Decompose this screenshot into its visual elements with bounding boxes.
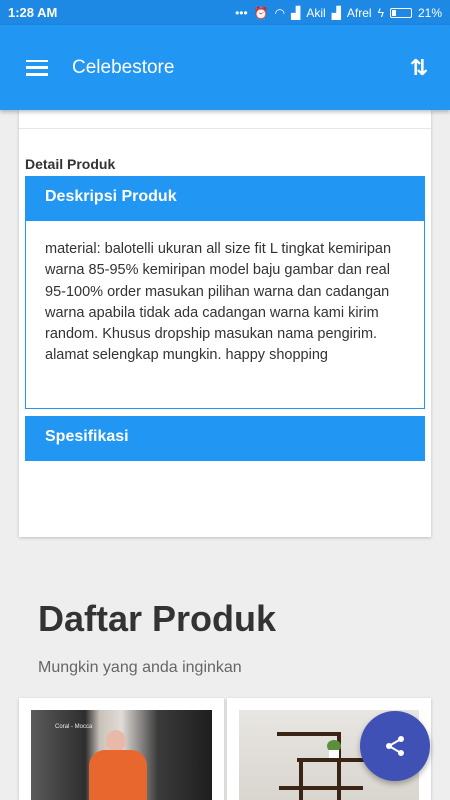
hamburger-menu-icon[interactable] bbox=[26, 59, 48, 76]
status-bar: 1:28 AM ••• ⏰ ◠ ▟ Akil ▟ Afrel ϟ 21% bbox=[0, 0, 450, 25]
signal-icon-2: ▟ bbox=[331, 5, 341, 20]
wifi-icon: ◠ bbox=[274, 5, 286, 20]
shelf-board bbox=[279, 786, 363, 790]
status-time: 1:28 AM bbox=[8, 5, 58, 20]
product-photo-label: Coral - Mocca bbox=[55, 724, 93, 730]
shelf-post bbox=[299, 758, 303, 800]
charging-icon: ϟ bbox=[377, 5, 384, 20]
carrier-2: Afrel bbox=[346, 5, 372, 20]
description-text: material: balotelli ukuran all size fit … bbox=[45, 241, 392, 364]
plant-pot bbox=[329, 750, 339, 758]
specification-header[interactable]: Spesifikasi bbox=[25, 416, 425, 461]
product-list-title: Daftar Produk bbox=[38, 598, 277, 639]
share-icon bbox=[386, 736, 404, 756]
product-detail-card: Detail Produk Deskripsi Produk material:… bbox=[19, 110, 431, 537]
product-image[interactable]: Coral - Mocca bbox=[31, 710, 212, 800]
sort-arrows-icon[interactable]: ⇅ bbox=[410, 55, 428, 81]
notification-dots-icon: ••• bbox=[235, 5, 248, 20]
model-body bbox=[89, 750, 147, 800]
app-bar: Celebestore ⇅ bbox=[0, 25, 450, 110]
status-indicators: ••• ⏰ ◠ ▟ Akil ▟ Afrel ϟ 21% bbox=[235, 6, 442, 20]
divider bbox=[19, 128, 431, 129]
app-title: Celebestore bbox=[72, 56, 175, 78]
share-button[interactable] bbox=[360, 711, 430, 781]
shelf-board bbox=[297, 758, 367, 762]
description-body: material: balotelli ukuran all size fit … bbox=[25, 221, 425, 409]
detail-section-label: Detail Produk bbox=[25, 156, 116, 172]
shelf-board bbox=[277, 732, 341, 736]
battery-icon bbox=[389, 7, 412, 18]
signal-icon: ▟ bbox=[291, 5, 301, 20]
description-header[interactable]: Deskripsi Produk bbox=[25, 176, 425, 221]
carrier-1: Akil bbox=[306, 5, 326, 20]
product-list-subtitle: Mungkin yang anda inginkan bbox=[38, 659, 242, 676]
model-head bbox=[106, 730, 126, 752]
product-card[interactable]: Coral - Mocca bbox=[19, 698, 224, 800]
alarm-icon: ⏰ bbox=[253, 5, 269, 20]
battery-level: 21% bbox=[417, 5, 442, 20]
